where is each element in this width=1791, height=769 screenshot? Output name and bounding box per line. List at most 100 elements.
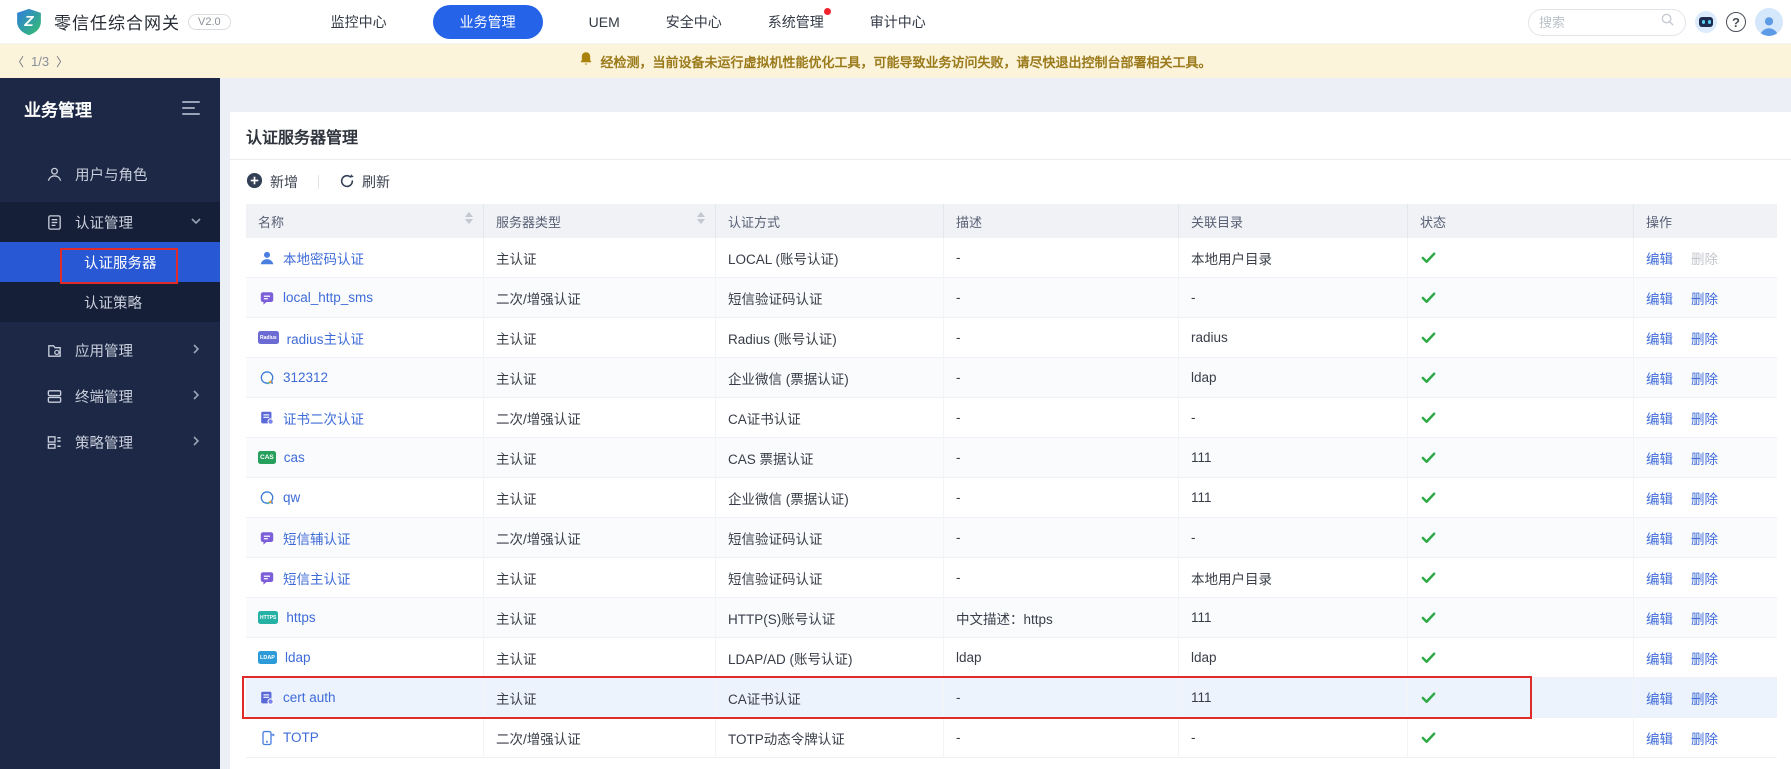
edit-link[interactable]: 编辑 bbox=[1646, 688, 1673, 708]
app-title: 零信任综合网关 bbox=[54, 14, 180, 33]
help-icon[interactable]: ? bbox=[1726, 12, 1746, 32]
sidebar-item[interactable]: 应用管理 bbox=[0, 330, 220, 370]
name-cell: 短信辅认证 bbox=[246, 518, 484, 557]
sidebar-header: 业务管理 bbox=[0, 78, 220, 138]
sidebar-item[interactable]: 用户与角色 bbox=[0, 154, 220, 194]
server-name-link[interactable]: 短信辅认证 bbox=[283, 528, 351, 548]
table-row[interactable]: 本地密码认证 主认证 LOCAL (账号认证) - 本地用户目录 编辑 删除 bbox=[246, 238, 1777, 278]
edit-link[interactable]: 编辑 bbox=[1646, 448, 1673, 468]
server-name-link[interactable]: 证书二次认证 bbox=[283, 408, 364, 428]
table-row[interactable]: CAS cas 主认证 CAS 票据认证 -111 编辑 删除 bbox=[246, 438, 1777, 478]
delete-link[interactable]: 删除 bbox=[1691, 368, 1718, 388]
delete-link[interactable]: 删除 bbox=[1691, 608, 1718, 628]
edit-link[interactable]: 编辑 bbox=[1646, 568, 1673, 588]
server-name-link[interactable]: radius主认证 bbox=[287, 328, 364, 348]
directory-cell: ldap bbox=[1179, 638, 1408, 677]
nav-item[interactable]: 业务管理 bbox=[432, 4, 543, 39]
table-row[interactable]: local_http_sms 二次/增强认证 短信验证码认证 - - 编辑 删除 bbox=[246, 278, 1777, 318]
server-type-cell: 主认证 bbox=[484, 678, 716, 717]
server-name-link[interactable]: TOTP bbox=[283, 730, 319, 745]
sidebar-item[interactable]: 终端管理 bbox=[0, 376, 220, 416]
table-row[interactable]: cert auth 主认证 CA证书认证 -111 编辑 删除 bbox=[246, 678, 1777, 718]
delete-link[interactable]: 删除 bbox=[1691, 688, 1718, 708]
search-input[interactable] bbox=[1539, 14, 1660, 30]
nav-item[interactable]: 安全中心 bbox=[666, 5, 722, 39]
table-row[interactable]: 短信辅认证 二次/增强认证 短信验证码认证 - - 编辑 删除 bbox=[246, 518, 1777, 558]
table-row[interactable]: Radius radius主认证 主认证 Radius (账号认证) - radius 编辑… bbox=[246, 318, 1777, 358]
column-header: 关联目录 bbox=[1179, 204, 1408, 238]
table-row[interactable]: LDAP ldap 主认证 LDAP/AD (账号认证) ldap ldap 编辑 删除 bbox=[246, 638, 1777, 678]
column-header[interactable]: 服务器类型 bbox=[484, 204, 716, 238]
edit-link[interactable]: 编辑 bbox=[1646, 528, 1673, 548]
collapse-menu-icon[interactable] bbox=[182, 101, 200, 115]
table-row[interactable]: 证书二次认证 二次/增强认证 CA证书认证 - - 编辑 删除 bbox=[246, 398, 1777, 438]
assistant-robot-icon[interactable] bbox=[1695, 11, 1717, 33]
delete-link[interactable]: 删除 bbox=[1691, 728, 1718, 748]
server-name-link[interactable]: qw bbox=[283, 490, 300, 505]
table-row[interactable]: HTTPS https 主认证 HTTP(S)账号认证 中文描述：https 111 编辑删… bbox=[246, 598, 1777, 638]
directory-cell: 111 bbox=[1179, 598, 1408, 637]
table-row[interactable]: qw 主认证 企业微信 (票据认证) -111 编辑 删除 bbox=[246, 478, 1777, 518]
delete-link[interactable]: 删除 bbox=[1691, 528, 1718, 548]
server-type-cell: 主认证 bbox=[484, 558, 716, 597]
table-row[interactable]: 短信主认证 主认证 短信验证码认证 - 本地用户目录 编辑 删除 bbox=[246, 558, 1777, 598]
column-header[interactable]: 名称 bbox=[246, 204, 484, 238]
delete-link[interactable]: 删除 bbox=[1691, 648, 1718, 668]
server-name-link[interactable]: https bbox=[286, 610, 315, 625]
badge-https-icon: HTTPS bbox=[258, 611, 279, 624]
avatar[interactable] bbox=[1755, 8, 1783, 36]
sidebar-subitem[interactable]: 认证策略 bbox=[0, 282, 220, 322]
directory-cell: 本地用户目录 bbox=[1179, 558, 1408, 597]
server-name-link[interactable]: local_http_sms bbox=[283, 290, 373, 305]
server-name-link[interactable]: ldap bbox=[285, 650, 311, 665]
sms-icon bbox=[258, 289, 275, 306]
pager-next-icon[interactable]: 〉 bbox=[56, 53, 68, 70]
edit-link[interactable]: 编辑 bbox=[1646, 608, 1673, 628]
delete-link[interactable]: 删除 bbox=[1691, 408, 1718, 428]
delete-link[interactable]: 删除 bbox=[1691, 328, 1718, 348]
nav-item[interactable]: 审计中心 bbox=[870, 5, 926, 39]
sidebar-item-label: 应用管理 bbox=[75, 343, 133, 360]
sort-icon[interactable] bbox=[697, 212, 705, 224]
delete-link[interactable]: 删除 bbox=[1691, 568, 1718, 588]
edit-link[interactable]: 编辑 bbox=[1646, 488, 1673, 508]
search-box[interactable] bbox=[1528, 8, 1686, 36]
search-icon bbox=[1660, 12, 1675, 32]
nav-item[interactable]: UEM bbox=[589, 7, 620, 37]
refresh-button[interactable]: 刷新 bbox=[339, 172, 390, 192]
cert-icon bbox=[258, 689, 275, 706]
delete-link[interactable]: 删除 bbox=[1691, 248, 1718, 268]
server-type-cell: 主认证 bbox=[484, 598, 716, 637]
delete-link[interactable]: 删除 bbox=[1691, 448, 1718, 468]
pager-prev-icon[interactable]: 〈 bbox=[12, 53, 24, 70]
server-name-link[interactable]: 312312 bbox=[283, 370, 328, 385]
edit-link[interactable]: 编辑 bbox=[1646, 648, 1673, 668]
name-cell: LDAP ldap bbox=[246, 638, 484, 677]
edit-link[interactable]: 编辑 bbox=[1646, 288, 1673, 308]
sidebar-item[interactable]: 认证管理 bbox=[0, 202, 220, 242]
description-cell: - bbox=[944, 318, 1179, 357]
description-cell: - bbox=[944, 438, 1179, 477]
status-cell bbox=[1408, 318, 1634, 357]
chevron-right-icon bbox=[190, 389, 202, 401]
sort-icon[interactable] bbox=[465, 212, 473, 224]
sidebar-subitem[interactable]: 认证服务器 bbox=[0, 242, 220, 282]
add-button[interactable]: 新增 bbox=[246, 172, 298, 192]
nav-item[interactable]: 监控中心 bbox=[331, 5, 387, 39]
delete-link[interactable]: 删除 bbox=[1691, 288, 1718, 308]
directory-cell: 本地用户目录 bbox=[1179, 238, 1408, 277]
server-name-link[interactable]: 短信主认证 bbox=[283, 568, 351, 588]
edit-link[interactable]: 编辑 bbox=[1646, 368, 1673, 388]
edit-link[interactable]: 编辑 bbox=[1646, 728, 1673, 748]
edit-link[interactable]: 编辑 bbox=[1646, 328, 1673, 348]
table-row[interactable]: TOTP 二次/增强认证 TOTP动态令牌认证 - - 编辑 删除 bbox=[246, 718, 1777, 758]
sidebar-item[interactable]: 策略管理 bbox=[0, 422, 220, 462]
server-name-link[interactable]: 本地密码认证 bbox=[283, 248, 364, 268]
server-name-link[interactable]: cert auth bbox=[283, 690, 336, 705]
edit-link[interactable]: 编辑 bbox=[1646, 248, 1673, 268]
server-name-link[interactable]: cas bbox=[284, 450, 305, 465]
table-row[interactable]: 312312 主认证 企业微信 (票据认证) - ldap 编辑 删除 bbox=[246, 358, 1777, 398]
delete-link[interactable]: 删除 bbox=[1691, 488, 1718, 508]
nav-item[interactable]: 系统管理 bbox=[768, 5, 831, 39]
edit-link[interactable]: 编辑 bbox=[1646, 408, 1673, 428]
